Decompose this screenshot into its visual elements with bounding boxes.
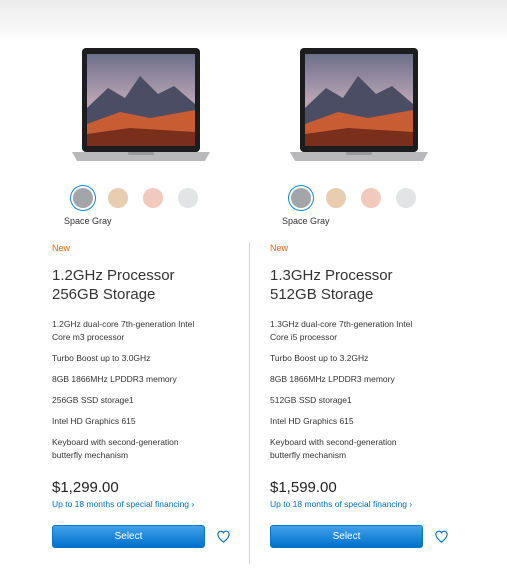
swatch-gold[interactable] [326,188,346,208]
swatch-space-gray[interactable] [73,188,93,208]
heart-icon[interactable] [216,529,231,544]
select-button[interactable]: Select [270,525,423,548]
price: $1,599.00 [270,479,337,496]
swatch-silver[interactable] [178,188,198,208]
product-card-1: Space Gray New 1.2GHz Processor 256GB St… [30,0,248,568]
new-badge: New [270,243,289,253]
laptop-image [72,48,210,161]
swatch-rose-gold[interactable] [143,188,163,208]
spec-line: 1.2GHz dual-core 7th-generation Intel [52,319,195,329]
title-line-1: 1.3GHz Processor [270,267,393,284]
heart-icon[interactable] [434,529,449,544]
product-card-2: Space Gray New 1.3GHz Processor 512GB St… [248,0,466,568]
select-button[interactable]: Select [52,525,205,548]
title-line-1: 1.2GHz Processor [52,267,175,284]
selected-color-label: Space Gray [282,216,330,226]
product-title: 1.3GHz Processor 512GB Storage [270,266,393,304]
spec-line: 8GB 1866MHz LPDDR3 memory [270,374,395,384]
spec-line: Core m3 processor [52,332,125,342]
swatch-space-gray[interactable] [291,188,311,208]
spec-line: 8GB 1866MHz LPDDR3 memory [52,374,177,384]
spec-line: Turbo Boost up to 3.0GHz [52,353,151,363]
spec-line: Core i5 processor [270,332,338,342]
swatch-gold[interactable] [108,188,128,208]
new-badge: New [52,243,71,253]
title-line-2: 256GB Storage [52,286,156,303]
swatch-silver[interactable] [396,188,416,208]
price: $1,299.00 [52,479,119,496]
spec-line: Turbo Boost up to 3.2GHz [270,353,369,363]
spec-line: Intel HD Graphics 615 [52,416,136,426]
laptop-image [290,48,428,161]
spec-line: 256GB SSD storage1 [52,395,134,405]
selected-color-label: Space Gray [64,216,112,226]
spec-line: 512GB SSD storage1 [270,395,352,405]
spec-line: 1.3GHz dual-core 7th-generation Intel [270,319,413,329]
swatch-rose-gold[interactable] [361,188,381,208]
financing-link[interactable]: Up to 18 months of special financing › [52,499,194,509]
spec-line: butterfly mechanism [52,450,129,460]
product-title: 1.2GHz Processor 256GB Storage [52,266,175,304]
financing-link[interactable]: Up to 18 months of special financing › [270,499,412,509]
spec-line: Intel HD Graphics 615 [270,416,354,426]
title-line-2: 512GB Storage [270,286,374,303]
spec-line: Keyboard with second-generation [270,437,397,447]
spec-line: butterfly mechanism [270,450,347,460]
spec-line: Keyboard with second-generation [52,437,179,447]
